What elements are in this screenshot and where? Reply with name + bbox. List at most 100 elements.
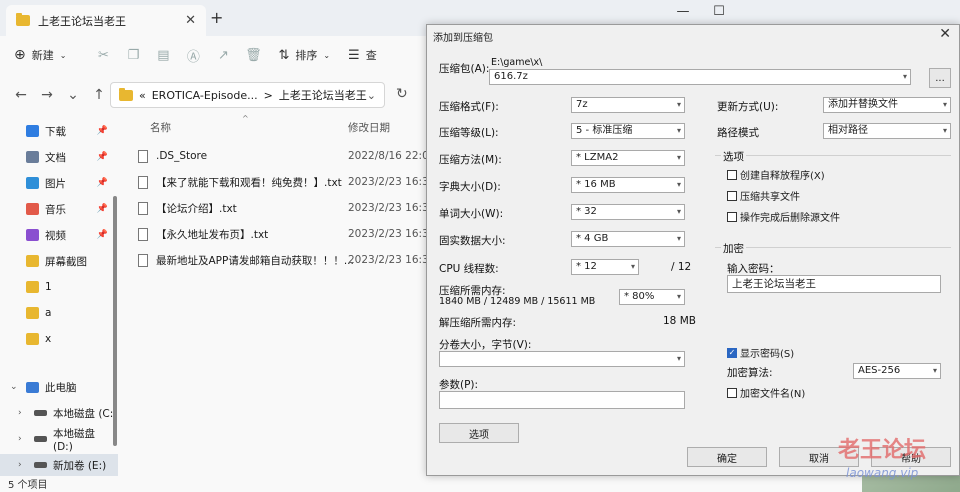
refresh-icon[interactable]: ↻ (396, 86, 408, 102)
sidebar-item[interactable]: 视频 📌 (0, 224, 118, 246)
options-group-border (715, 155, 951, 156)
rename-icon[interactable]: Ⓐ (178, 43, 208, 67)
cpu-threads-value: * 12 (576, 261, 597, 272)
back-button[interactable]: ← (8, 87, 34, 103)
chevron-down-icon: ▾ (676, 180, 681, 189)
chevron-down-icon: ▾ (676, 292, 681, 301)
browse-button[interactable]: ... (929, 68, 951, 88)
chevron-right-icon[interactable]: › (18, 434, 22, 444)
field-combo[interactable]: * 16 MB ▾ (571, 177, 685, 193)
file-row[interactable]: 【论坛介绍】.txt 2023/2/23 16:30 (138, 196, 438, 220)
file-name: .DS_Store (156, 150, 208, 162)
sidebar-item[interactable]: 音乐 📌 (0, 198, 118, 220)
tab-current-folder[interactable]: 上老王论坛当老王 ✕ (6, 5, 206, 36)
folder-icon (26, 307, 39, 319)
chevron-right-icon[interactable]: › (18, 460, 22, 470)
archive-name-combo[interactable]: 616.7z ▾ (489, 69, 911, 85)
field-combo[interactable]: 7z ▾ (571, 97, 685, 113)
sort-button[interactable]: ⇅ 排序 ⌄ (278, 47, 330, 63)
recent-locations-button[interactable]: ⌄ (60, 87, 86, 103)
paste-icon[interactable]: ▤ (148, 43, 178, 67)
encryption-group-border (715, 247, 951, 248)
file-row[interactable]: 【来了就能下载和观看！纯免费！】.txt 2023/2/23 16:30 (138, 170, 438, 194)
decompress-memory-label: 解压缩所需内存: (439, 317, 517, 329)
password-input[interactable]: 上老王论坛当老王 (727, 275, 941, 293)
encryption-method-combo[interactable]: AES-256 ▾ (853, 363, 941, 379)
cut-icon[interactable]: ✂ (88, 43, 118, 67)
chevron-right-icon[interactable]: › (18, 408, 22, 418)
file-icon (138, 227, 148, 241)
breadcrumb-item[interactable]: 上老王论坛当老王 (279, 87, 367, 103)
view-icon: ☰ (348, 47, 360, 63)
share-icon[interactable]: ↗ (208, 43, 238, 67)
tab-close-icon[interactable]: ✕ (185, 13, 196, 28)
tree-item[interactable]: › 新加卷 (E:) (0, 454, 118, 476)
option-checkbox[interactable]: 压缩共享文件 (727, 188, 800, 203)
drive-icon (34, 462, 47, 468)
document-icon (26, 151, 39, 163)
memory-percent-combo[interactable]: * 80% ▾ (619, 289, 685, 305)
field-combo[interactable]: * 32 ▾ (571, 204, 685, 220)
file-icon (138, 253, 148, 267)
sidebar-item[interactable]: 图片 📌 (0, 172, 118, 194)
file-row[interactable]: .DS_Store 2022/8/16 22:00 (138, 144, 438, 168)
field-label: 压缩等级(L): (439, 127, 499, 139)
sidebar-item-label: 1 (45, 281, 52, 293)
field-value: * 32 (576, 206, 597, 217)
pictures-icon (26, 177, 39, 189)
ok-button[interactable]: 确定 (687, 447, 767, 467)
sidebar-item[interactable]: 屏幕截图 (0, 250, 118, 272)
file-row[interactable]: 【永久地址发布页】.txt 2023/2/23 16:31 (138, 222, 438, 246)
minimize-button[interactable]: — (670, 4, 696, 19)
archive-path: E:\game\x\ (491, 57, 543, 68)
field-combo[interactable]: * LZMA2 ▾ (571, 150, 685, 166)
encryption-method-value: AES-256 (858, 365, 901, 376)
address-bar[interactable]: « EROTICA-Episode... > 上老王论坛当老王 ⌄ (110, 82, 385, 108)
options-button[interactable]: 选项 (439, 423, 519, 443)
option-checkbox[interactable]: 操作完成后删除源文件 (727, 209, 840, 224)
up-button[interactable]: ↑ (86, 87, 112, 103)
path-mode-combo[interactable]: 相对路径 ▾ (823, 123, 951, 139)
split-volumes-combo[interactable]: ▾ (439, 351, 685, 367)
sidebar-item[interactable]: x (0, 328, 118, 350)
sidebar-item[interactable]: 下载 📌 (0, 120, 118, 142)
field-combo[interactable]: * 4 GB ▾ (571, 231, 685, 247)
tree-item[interactable]: › 本地磁盘 (D:) (0, 428, 118, 453)
copy-icon[interactable]: ❐ (118, 43, 148, 67)
new-button[interactable]: ⊕ 新建 ⌄ (14, 47, 66, 63)
file-row[interactable]: 最新地址及APP请发邮箱自动获取！！！... 2023/2/23 16:31 (138, 248, 438, 272)
sidebar-item[interactable]: 1 (0, 276, 118, 298)
update-mode-combo[interactable]: 添加并替换文件 ▾ (823, 97, 951, 113)
parameters-input[interactable] (439, 391, 685, 409)
chevron-down-icon: ▾ (942, 100, 947, 109)
forward-button[interactable]: → (34, 87, 60, 103)
new-tab-button[interactable]: + (210, 8, 223, 27)
tree-item[interactable]: ⌄ 此电脑 (0, 376, 118, 398)
sidebar-item[interactable]: 文档 📌 (0, 146, 118, 168)
status-bar: 5 个项目 (8, 480, 48, 491)
breadcrumb-overflow[interactable]: « (139, 89, 146, 102)
tree-item-label: 此电脑 (45, 381, 77, 394)
pin-icon: 📌 (96, 126, 108, 136)
column-header-date[interactable]: 修改日期 (348, 120, 390, 135)
drive-icon (34, 410, 47, 416)
show-password-checkbox[interactable]: ✓ 显示密码(S) (727, 345, 794, 360)
chevron-down-icon[interactable]: ⌄ (10, 382, 18, 392)
maximize-button[interactable]: ☐ (706, 4, 732, 19)
option-label: 压缩共享文件 (740, 192, 800, 203)
navigation-pane-scrollbar[interactable] (113, 196, 117, 446)
encrypt-filenames-checkbox[interactable]: 加密文件名(N) (727, 385, 805, 400)
tree-item[interactable]: › 本地磁盘 (C:) (0, 402, 118, 424)
sidebar-item[interactable]: a (0, 302, 118, 324)
dialog-close-button[interactable]: ✕ (939, 26, 951, 42)
field-combo[interactable]: 5 - 标准压缩 ▾ (571, 123, 685, 139)
chevron-down-icon[interactable]: ⌄ (367, 89, 376, 102)
navigation-pane: 下载 📌 文档 📌 图片 📌 音乐 📌 视频 📌 屏幕截图 1 a x ⌄ 此电脑 › 本地磁盘 (C:) › 本地磁… (0, 116, 118, 476)
breadcrumb-item[interactable]: EROTICA-Episode... (152, 89, 258, 102)
field-value: 5 - 标准压缩 (576, 125, 633, 136)
cpu-threads-combo[interactable]: * 12 ▾ (571, 259, 639, 275)
delete-icon[interactable]: 🗑 (238, 43, 268, 67)
option-checkbox[interactable]: 创建自释放程序(X) (727, 167, 825, 182)
view-button[interactable]: ☰ 查 (348, 47, 377, 63)
column-header-name[interactable]: 名称 (150, 120, 171, 135)
